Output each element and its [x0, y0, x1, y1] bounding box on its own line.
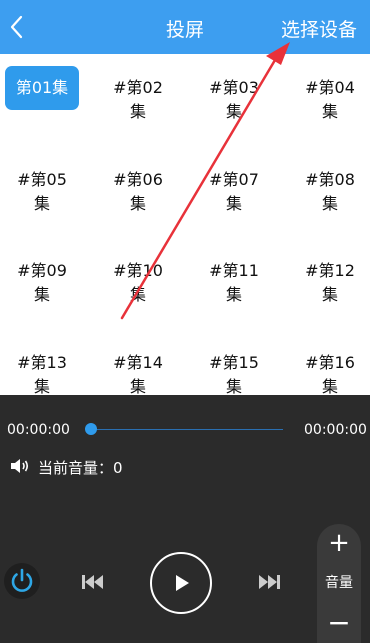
power-button[interactable]	[4, 563, 40, 599]
episode-number: #第03	[209, 78, 259, 97]
episode-item-06[interactable]: #第06 集	[99, 168, 177, 216]
episode-suffix: 集	[321, 377, 338, 395]
select-device-button[interactable]: 选择设备	[281, 15, 357, 42]
episode-number: #第02	[113, 78, 163, 97]
episode-suffix: 集	[129, 377, 146, 395]
episode-suffix: 集	[225, 377, 242, 395]
episode-suffix: 集	[129, 285, 146, 304]
episode-item-03[interactable]: #第03 集	[195, 76, 273, 124]
episode-item-10[interactable]: #第10 集	[99, 259, 177, 307]
episode-number: #第04	[305, 78, 355, 97]
episode-item-07[interactable]: #第07 集	[195, 168, 273, 216]
episode-suffix: 集	[225, 102, 242, 121]
episode-number: #第07	[209, 170, 259, 189]
episode-suffix: 集	[321, 102, 338, 121]
play-button[interactable]	[150, 552, 212, 614]
total-time: 00:00:00	[304, 422, 367, 438]
episode-suffix: 集	[33, 194, 50, 213]
episode-suffix: 集	[321, 194, 338, 213]
episode-suffix: 集	[225, 194, 242, 213]
skip-next-icon[interactable]	[256, 574, 280, 590]
player-panel: 00:00:00 00:00:00 当前音量：0 + 音量 −	[0, 395, 370, 643]
episode-item-14[interactable]: #第14 集	[99, 351, 177, 395]
episode-number: #第14	[113, 353, 163, 372]
episode-number: 第01集	[15, 78, 69, 97]
episode-number: #第11	[209, 261, 259, 280]
episode-number: #第09	[17, 261, 67, 280]
episode-suffix: 集	[129, 194, 146, 213]
episode-number: #第12	[305, 261, 355, 280]
episode-item-08[interactable]: #第08 集	[291, 168, 369, 216]
episode-item-15[interactable]: #第15 集	[195, 351, 273, 395]
episode-item-09[interactable]: #第09 集	[3, 259, 81, 307]
episode-grid: 第01集 #第02 集 #第03 集 #第04 集 #第05 集 #第06 集 …	[0, 54, 370, 395]
volume-up-button[interactable]: +	[317, 530, 361, 556]
episode-number: #第05	[17, 170, 67, 189]
episode-number: #第13	[17, 353, 67, 372]
skip-previous-icon[interactable]	[82, 574, 106, 590]
episode-item-16[interactable]: #第16 集	[291, 351, 369, 395]
speaker-icon	[11, 459, 29, 473]
episode-suffix: 集	[321, 285, 338, 304]
current-time: 00:00:00	[7, 422, 70, 438]
episode-item-02[interactable]: #第02 集	[99, 76, 177, 124]
episode-suffix: 集	[129, 102, 146, 121]
play-icon	[176, 575, 189, 591]
top-bar: 投屏 选择设备	[0, 0, 370, 54]
volume-down-button[interactable]: −	[317, 609, 361, 637]
episode-suffix: 集	[225, 285, 242, 304]
episode-number: #第10	[113, 261, 163, 280]
progress-track[interactable]	[90, 429, 283, 430]
episode-item-05[interactable]: #第05 集	[3, 168, 81, 216]
episode-item-13[interactable]: #第13 集	[3, 351, 81, 395]
volume-panel: + 音量 −	[317, 524, 361, 643]
volume-text: 当前音量：0	[38, 459, 123, 477]
volume-label: 音量	[325, 575, 353, 591]
episode-item-12[interactable]: #第12 集	[291, 259, 369, 307]
episode-item-04[interactable]: #第04 集	[291, 76, 369, 124]
episode-suffix: 集	[33, 377, 50, 395]
episode-item-01[interactable]: 第01集	[5, 66, 79, 110]
episode-suffix: 集	[33, 285, 50, 304]
episode-number: #第08	[305, 170, 355, 189]
episode-number: #第06	[113, 170, 163, 189]
progress-knob[interactable]	[85, 423, 97, 435]
episode-number: #第16	[305, 353, 355, 372]
episode-item-11[interactable]: #第11 集	[195, 259, 273, 307]
episode-number: #第15	[209, 353, 259, 372]
power-icon	[11, 568, 33, 592]
